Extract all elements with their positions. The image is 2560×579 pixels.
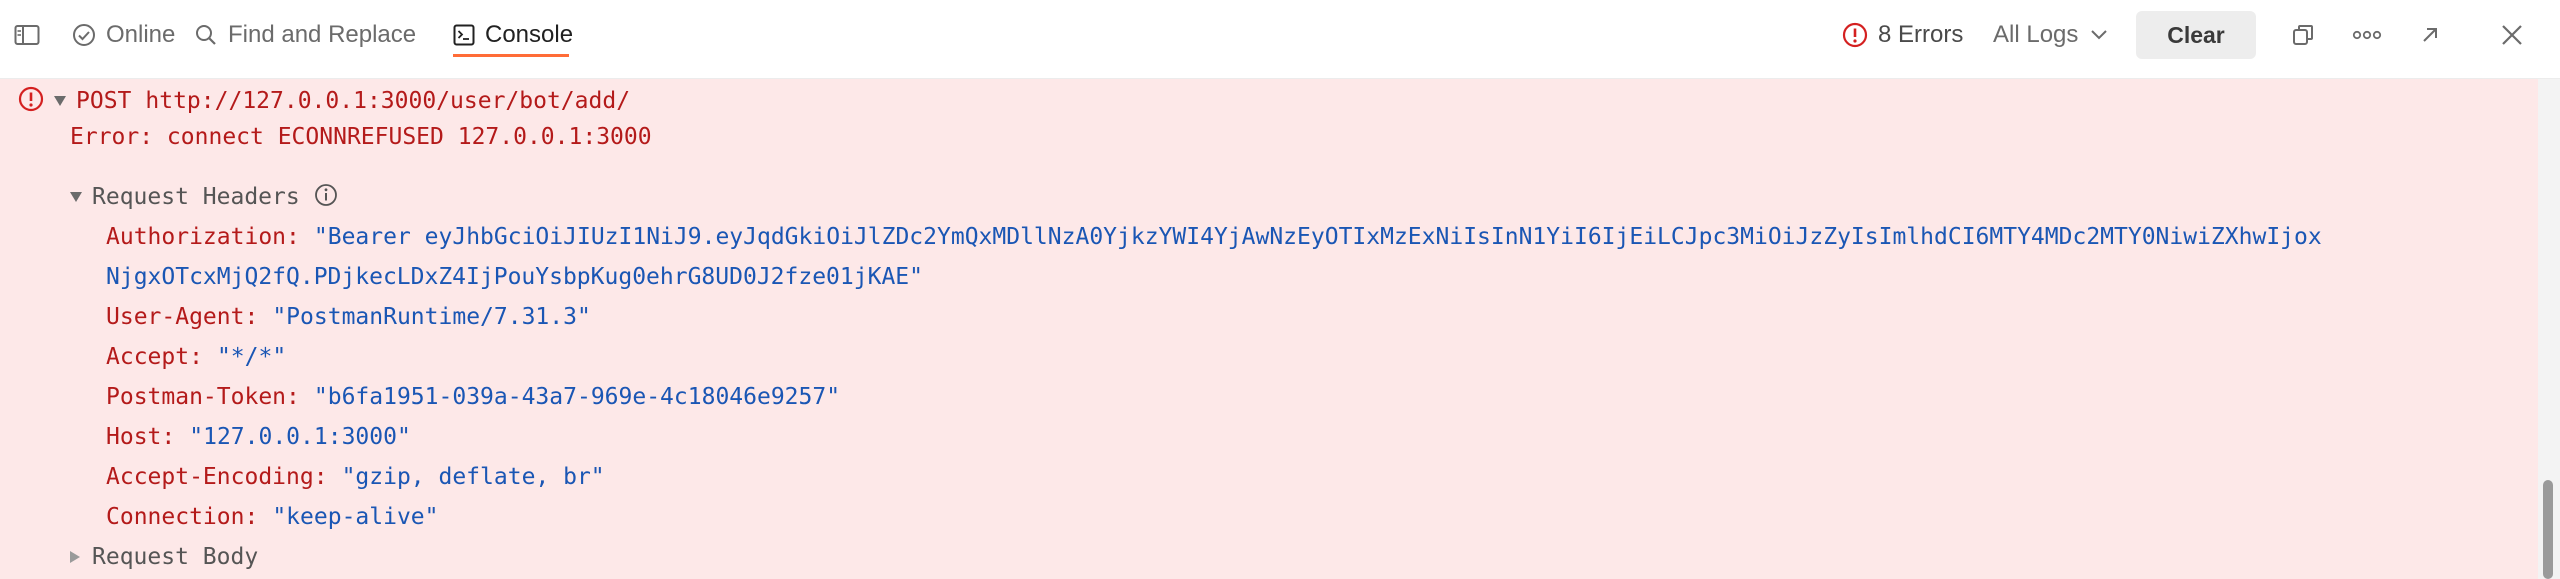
console-toolbar: Online Find and Replace Console 8 Errors…: [0, 0, 2560, 79]
collapse-caret-icon: [70, 192, 82, 202]
header-row-host: Host: "127.0.0.1:3000": [106, 417, 411, 457]
terminal-icon: [453, 24, 475, 46]
header-key: Postman-Token:: [106, 384, 300, 410]
header-row-accept-encoding: Accept-Encoding: "gzip, deflate, br": [106, 457, 605, 497]
request-body-toggle[interactable]: Request Body: [70, 537, 258, 577]
header-key: Authorization:: [106, 224, 300, 250]
more-horizontal-icon: [2352, 30, 2382, 40]
console-log-entry: POST http://127.0.0.1:3000/user/bot/add/…: [0, 79, 2538, 579]
close-console-button[interactable]: [2500, 0, 2524, 70]
expand-caret-icon: [70, 551, 80, 563]
close-icon: [2500, 23, 2524, 47]
log-level-label: All Logs: [1993, 21, 2079, 48]
collapse-caret-icon[interactable]: [54, 96, 66, 106]
error-icon: [1842, 22, 1868, 48]
arrow-up-right-icon: [2420, 25, 2440, 45]
log-level-dropdown[interactable]: All Logs: [1993, 0, 2108, 70]
clear-button[interactable]: Clear: [2136, 11, 2256, 59]
header-key: Host:: [106, 424, 176, 450]
errors-count-button[interactable]: 8 Errors: [1842, 0, 1963, 70]
more-options-button[interactable]: [2352, 0, 2382, 70]
online-status-label: Online: [106, 21, 176, 48]
request-headers-toggle[interactable]: Request Headers: [70, 177, 338, 217]
copy-icon: [2292, 24, 2314, 46]
header-value: "gzip, deflate, br": [341, 464, 605, 490]
find-replace-button[interactable]: Find and Replace: [194, 0, 416, 70]
header-row-postman-token: Postman-Token: "b6fa1951-039a-43a7-969e-…: [106, 377, 840, 417]
header-value: "Bearer eyJhbGciOiJIUzI1NiJ9.eyJqdGkiOiJ…: [313, 224, 2322, 250]
info-icon[interactable]: [314, 183, 338, 212]
header-row-user-agent: User-Agent: "PostmanRuntime/7.31.3": [106, 297, 591, 337]
header-key: Accept:: [106, 344, 203, 370]
check-circle-icon: [72, 23, 96, 47]
header-value: "*/*": [216, 344, 287, 370]
header-value: "keep-alive": [272, 504, 439, 530]
tab-console-label: Console: [485, 21, 574, 48]
sidebar-toggle-button[interactable]: [14, 0, 40, 70]
header-row-authorization-cont: NjgxOTcxMjQ2fQ.PDjkecLDxZ4IjPouYsbpKug0e…: [106, 257, 923, 297]
header-row-accept: Accept: "*/*": [106, 337, 286, 377]
error-message: Error: connect ECONNREFUSED 127.0.0.1:30…: [70, 124, 652, 150]
find-replace-label: Find and Replace: [228, 21, 417, 48]
request-method: POST: [76, 88, 132, 114]
header-key: Connection:: [106, 504, 259, 530]
log-entry-header[interactable]: POST http://127.0.0.1:3000/user/bot/add/: [18, 81, 630, 121]
active-tab-indicator: [453, 54, 569, 57]
scrollbar-thumb[interactable]: [2543, 480, 2553, 579]
header-value: "b6fa1951-039a-43a7-969e-4c18046e9257": [313, 384, 841, 410]
search-icon: [194, 23, 218, 47]
header-row-authorization: Authorization: "Bearer eyJhbGciOiJIUzI1N…: [106, 217, 2322, 257]
sidebar-icon: [14, 23, 40, 47]
tab-console[interactable]: Console: [453, 0, 573, 70]
request-body-label: Request Body: [92, 544, 259, 570]
error-message-line: Error: connect ECONNREFUSED 127.0.0.1:30…: [70, 117, 652, 157]
copy-button[interactable]: [2292, 0, 2314, 70]
header-key: User-Agent:: [106, 304, 259, 330]
header-key: Accept-Encoding:: [106, 464, 328, 490]
header-value: "PostmanRuntime/7.31.3": [272, 304, 591, 330]
header-row-connection: Connection: "keep-alive": [106, 497, 439, 537]
online-status-button[interactable]: Online: [72, 0, 175, 70]
errors-count-label: 8 Errors: [1878, 21, 1964, 48]
header-value: "127.0.0.1:3000": [189, 424, 411, 450]
request-headers-label: Request Headers: [92, 184, 300, 210]
chevron-down-icon: [2090, 29, 2108, 41]
request-url: http://127.0.0.1:3000/user/bot/add/: [145, 88, 631, 114]
pop-out-button[interactable]: [2420, 0, 2440, 70]
error-icon: [18, 86, 44, 117]
header-value: NjgxOTcxMjQ2fQ.PDjkecLDxZ4IjPouYsbpKug0e…: [106, 264, 923, 290]
